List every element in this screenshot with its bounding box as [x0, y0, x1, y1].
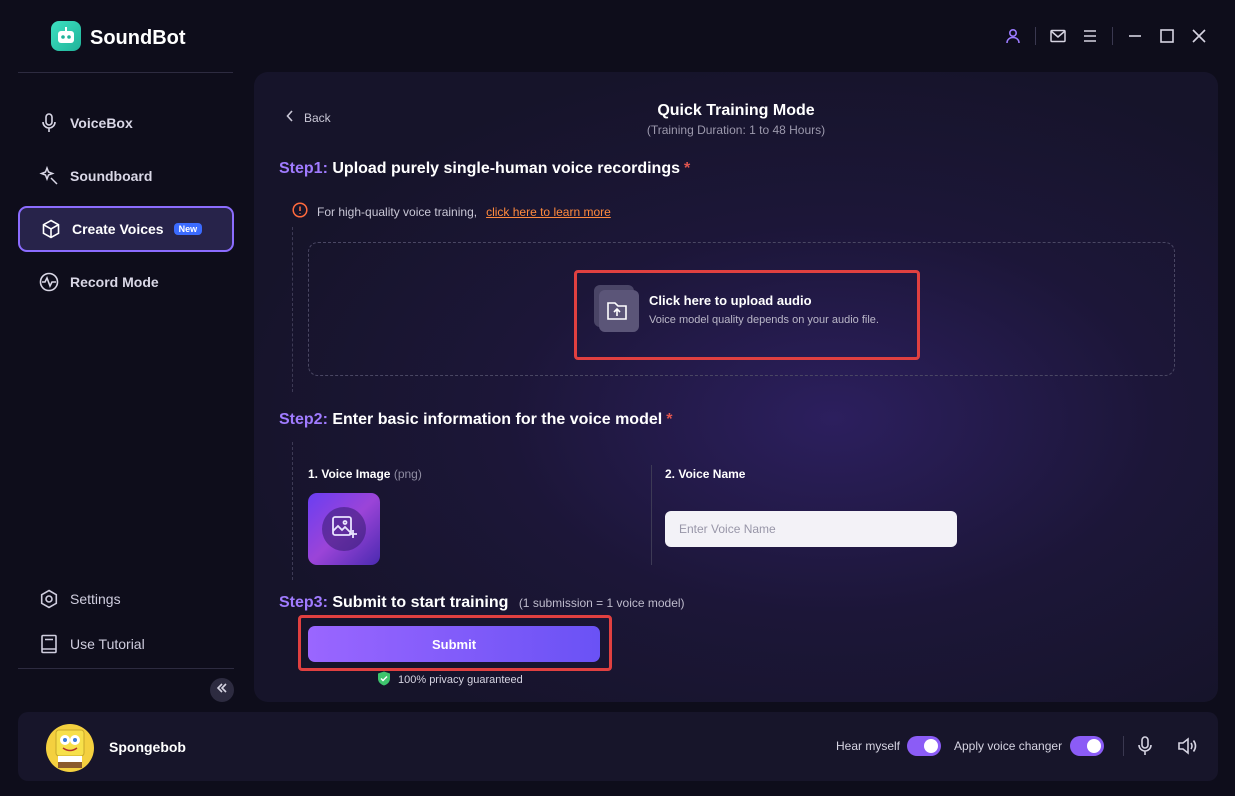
main-panel: Back Quick Training Mode (Training Durat…: [254, 72, 1218, 702]
sidebar-item-record-mode[interactable]: Record Mode: [18, 259, 234, 305]
page-title: Quick Training Mode: [657, 102, 815, 119]
sidebar-item-label: Create Voices: [72, 221, 164, 237]
voice-name-input[interactable]: [665, 511, 957, 547]
sidebar-item-label: Settings: [70, 590, 121, 607]
sidebar-item-use-tutorial[interactable]: Use Tutorial: [18, 621, 234, 666]
submit-button[interactable]: Submit: [308, 626, 600, 662]
apply-changer-label: Apply voice changer: [954, 739, 1063, 753]
step2-number: Step2:: [279, 411, 328, 428]
account-icon[interactable]: [997, 26, 1029, 46]
step3-text: Submit to start training: [332, 594, 509, 611]
collapse-sidebar-button[interactable]: [210, 678, 234, 702]
hear-myself-label: Hear myself: [836, 739, 901, 753]
user-name: Spongebob: [109, 739, 186, 755]
bottom-divider: [1123, 736, 1124, 756]
sparkle-wand-icon: [38, 165, 60, 187]
soundbot-logo-icon: [51, 21, 81, 51]
sidebar-item-settings[interactable]: Settings: [18, 576, 234, 621]
app-title: SoundBot: [90, 27, 186, 49]
step3-hint: (1 submission = 1 voice model): [518, 596, 685, 610]
sidebar-item-label: VoiceBox: [70, 115, 133, 131]
required-asterisk: *: [666, 411, 673, 428]
column-divider: [651, 465, 652, 565]
required-asterisk: *: [683, 160, 691, 177]
step1-guide-line: [292, 227, 293, 392]
close-icon[interactable]: [1183, 26, 1215, 46]
menu-icon[interactable]: [1074, 26, 1106, 46]
maximize-icon[interactable]: [1151, 26, 1183, 46]
microphone-icon: [38, 112, 60, 134]
step1-text: Upload purely single-human voice recordi…: [332, 160, 680, 177]
voice-name-label: 2. Voice Name: [665, 467, 746, 481]
title-bar: SoundBot: [0, 0, 1235, 72]
privacy-text: 100% privacy guaranteed: [398, 674, 523, 686]
brand-divider: [18, 72, 233, 73]
step1-number: Step1:: [279, 160, 328, 177]
upload-title[interactable]: Click here to upload audio: [649, 293, 812, 308]
sidebar-divider: [18, 668, 234, 669]
microphone-icon[interactable]: [1134, 735, 1156, 757]
step2-guide-line: [292, 442, 293, 580]
sidebar-item-label: Use Tutorial: [70, 635, 145, 652]
voice-image-upload[interactable]: [308, 493, 380, 565]
step3-title: Step3: Submit to start training (1 submi…: [279, 594, 685, 612]
sidebar-item-label: Soundboard: [70, 168, 153, 184]
page-subtitle: (Training Duration: 1 to 48 Hours): [646, 123, 826, 137]
step3-number: Step3:: [279, 594, 328, 611]
shield-check-icon: [377, 671, 391, 689]
step2-title: Step2: Enter basic information for the v…: [279, 411, 672, 429]
minimize-icon[interactable]: [1119, 26, 1151, 46]
quality-notice: For high-quality voice training, click h…: [292, 202, 611, 221]
speaker-icon[interactable]: [1176, 735, 1198, 757]
warning-icon: [292, 202, 308, 221]
step2-text: Enter basic information for the voice mo…: [332, 411, 663, 428]
new-badge: New: [173, 223, 203, 235]
sidebar-item-create-voices[interactable]: Create Voices New: [18, 206, 234, 252]
cube-icon: [40, 218, 62, 240]
gear-icon: [38, 588, 60, 610]
sidebar-item-label: Record Mode: [70, 274, 159, 290]
hear-myself-toggle[interactable]: [907, 736, 941, 756]
double-chevron-left-icon: [216, 681, 228, 699]
upload-folder-icon[interactable]: [594, 285, 640, 333]
waveform-icon: [38, 271, 60, 293]
upload-subtitle: Voice model quality depends on your audi…: [649, 314, 879, 326]
book-icon: [38, 633, 60, 655]
sidebar-item-soundboard[interactable]: Soundboard: [18, 153, 234, 199]
step1-title: Step1: Upload purely single-human voice …: [279, 160, 690, 178]
sidebar-item-voicebox[interactable]: VoiceBox: [18, 100, 234, 146]
learn-more-link[interactable]: click here to learn more: [486, 205, 611, 219]
notice-text: For high-quality voice training,: [317, 204, 478, 219]
voice-image-label-text: 1. Voice Image: [308, 467, 391, 481]
mail-icon[interactable]: [1042, 26, 1074, 46]
privacy-note: 100% privacy guaranteed: [377, 671, 523, 689]
avatar[interactable]: [46, 724, 94, 772]
sidebar: VoiceBox Soundboard Create Voices New Re…: [18, 100, 234, 312]
add-image-icon: [330, 513, 358, 546]
voice-image-hint: (png): [393, 467, 422, 481]
apply-changer-toggle[interactable]: [1070, 736, 1104, 756]
bottom-bar: Spongebob Hear myself Apply voice change…: [18, 712, 1218, 781]
voice-image-label: 1. Voice Image (png): [308, 467, 422, 481]
